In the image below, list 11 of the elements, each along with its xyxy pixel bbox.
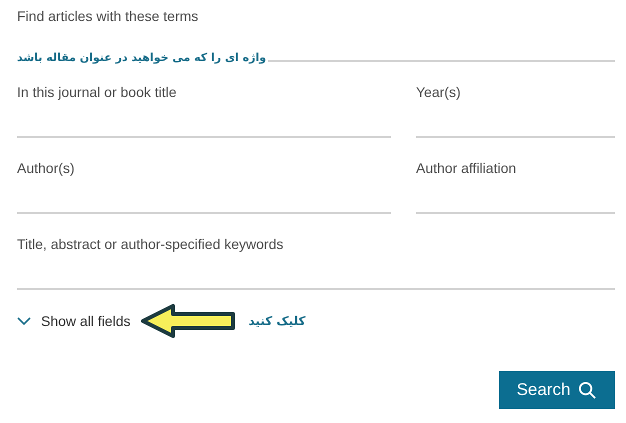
search-button[interactable]: Search	[499, 371, 615, 409]
field-label: Find articles with these terms	[17, 7, 200, 26]
search-icon	[578, 380, 598, 400]
annotation-note: واژه ای را که می خواهید در عنوان مقاله باشد	[17, 51, 268, 64]
field-label: In this journal or book title	[17, 83, 178, 102]
field-label: Year(s)	[416, 83, 462, 102]
field-label: Author affiliation	[416, 159, 518, 178]
show-all-fields-link[interactable]: Show all fields	[17, 313, 130, 329]
field-label: Author(s)	[17, 159, 76, 178]
annotation-note: کلیک کنید	[248, 314, 306, 328]
field-label: Title, abstract or author-specified keywords	[17, 235, 284, 254]
